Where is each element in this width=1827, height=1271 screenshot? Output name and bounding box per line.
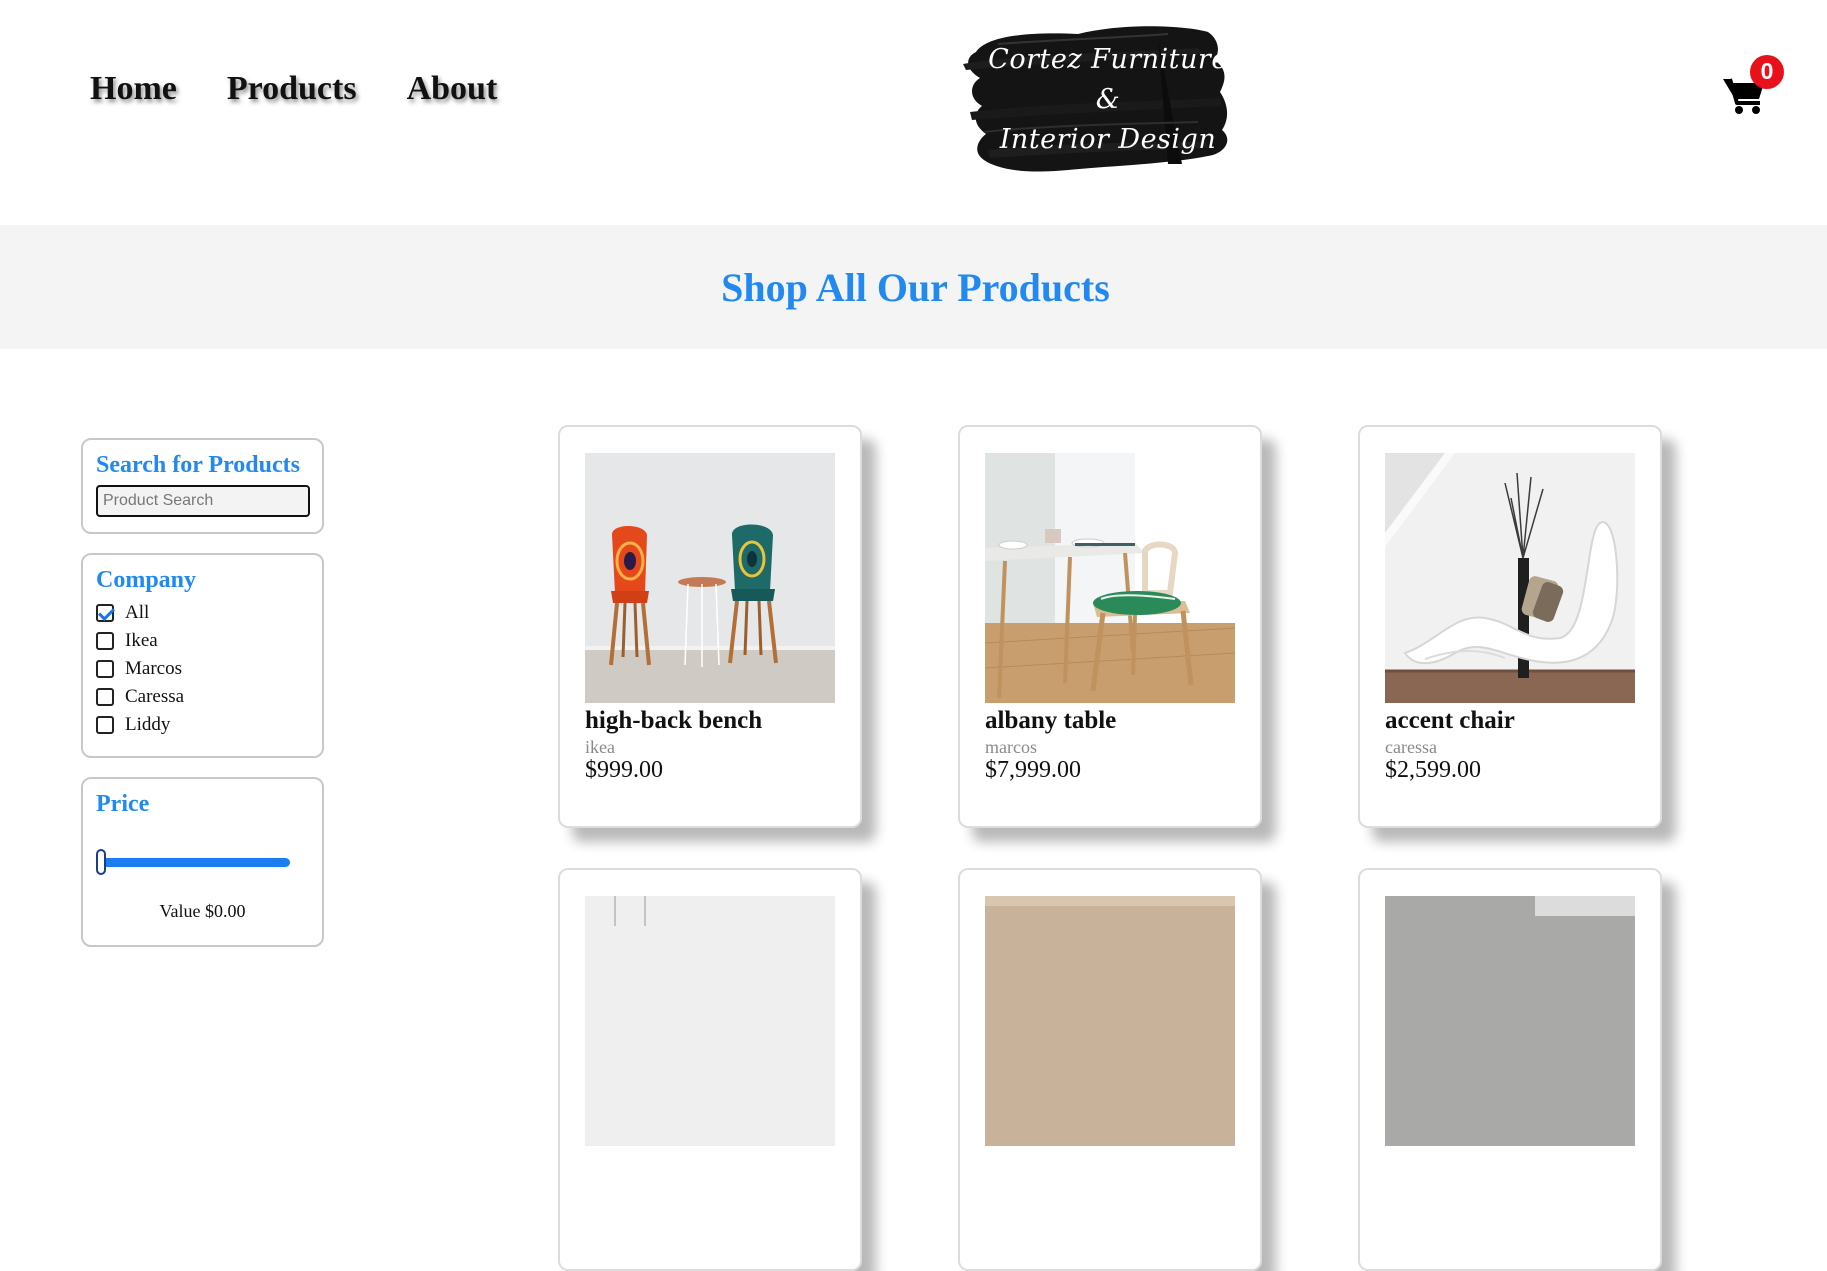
- company-option-liddy[interactable]: Liddy: [96, 711, 309, 739]
- company-option-label: Caressa: [125, 686, 185, 707]
- brand-logo[interactable]: Cortez Furniture & Interior Design: [958, 14, 1278, 184]
- company-options: All Ikea Marcos Caressa Liddy: [96, 599, 309, 739]
- product-company: caressa: [1385, 737, 1437, 757]
- logo-line-1: Cortez Furniture: [988, 44, 1228, 75]
- product-card[interactable]: accent chair caressa $2,599.00: [1358, 425, 1662, 828]
- product-company: marcos: [985, 737, 1037, 757]
- logo-line-3: Interior Design: [999, 124, 1217, 155]
- product-image[interactable]: [585, 453, 835, 703]
- logo-text: Cortez Furniture & Interior Design: [958, 40, 1258, 160]
- product-card[interactable]: albany table marcos $7,999.00: [958, 425, 1262, 828]
- logo-line-2: &: [1095, 84, 1121, 115]
- company-liddy-checkbox[interactable]: [96, 716, 114, 734]
- product-image[interactable]: [1385, 896, 1635, 1146]
- price-value-text: Value $0.00: [159, 901, 246, 921]
- product-image[interactable]: [1385, 453, 1635, 703]
- company-all-checkbox[interactable]: [96, 604, 114, 622]
- product-image[interactable]: [985, 896, 1235, 1146]
- product-card[interactable]: [558, 868, 862, 1271]
- main-nav: Home Products About: [90, 70, 497, 108]
- company-option-caressa[interactable]: Caressa: [96, 683, 309, 711]
- company-option-label: Liddy: [125, 714, 171, 735]
- product-search-input[interactable]: [96, 485, 310, 517]
- company-option-all[interactable]: All: [96, 599, 309, 627]
- price-slider[interactable]: [96, 849, 290, 875]
- company-option-label: Ikea: [125, 630, 158, 651]
- product-name: albany table: [985, 707, 1117, 734]
- product-image[interactable]: [985, 453, 1235, 703]
- company-option-ikea[interactable]: Ikea: [96, 627, 309, 655]
- nav-about-link[interactable]: About: [407, 70, 498, 108]
- company-filter-title: Company: [96, 567, 197, 593]
- product-price: $2,599.00: [1385, 757, 1481, 783]
- price-filter-panel: Price Value $0.00: [81, 777, 324, 947]
- price-filter-title: Price: [96, 791, 150, 817]
- company-option-marcos[interactable]: Marcos: [96, 655, 309, 683]
- nav-products-link[interactable]: Products: [227, 70, 357, 108]
- company-option-label: Marcos: [125, 658, 182, 679]
- cart-count-badge: 0: [1750, 55, 1784, 89]
- company-caressa-checkbox[interactable]: [96, 688, 114, 706]
- product-image[interactable]: [585, 896, 835, 1146]
- product-card[interactable]: [1358, 868, 1662, 1271]
- nav-home-link[interactable]: Home: [90, 70, 177, 108]
- price-slider-thumb[interactable]: [96, 849, 106, 875]
- company-option-label: All: [125, 602, 150, 623]
- price-slider-track[interactable]: [98, 858, 290, 867]
- search-panel-title: Search for Products: [96, 452, 300, 478]
- search-panel: Search for Products: [81, 438, 324, 534]
- company-marcos-checkbox[interactable]: [96, 660, 114, 678]
- product-card[interactable]: high-back bench ikea $999.00: [558, 425, 862, 828]
- product-card[interactable]: [958, 868, 1262, 1271]
- company-filter-panel: Company All Ikea Marcos Caressa Liddy: [81, 553, 324, 758]
- page-banner: Shop All Our Products: [0, 225, 1827, 349]
- product-name: high-back bench: [585, 707, 763, 734]
- company-ikea-checkbox[interactable]: [96, 632, 114, 650]
- page-title: Shop All Our Products: [721, 264, 1110, 310]
- product-price: $7,999.00: [985, 757, 1081, 783]
- product-company: ikea: [585, 737, 615, 757]
- product-name: accent chair: [1385, 707, 1515, 734]
- product-price: $999.00: [585, 757, 663, 783]
